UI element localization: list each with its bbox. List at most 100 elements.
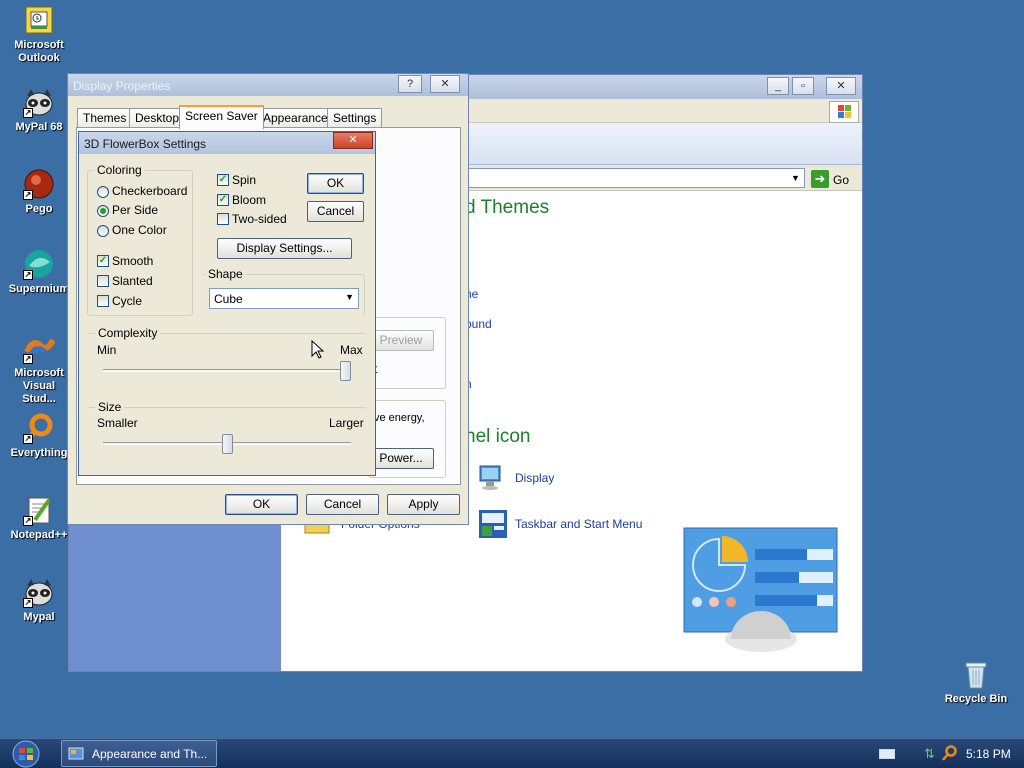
- screensaver-group: [368, 317, 446, 389]
- smooth-checkbox[interactable]: ✓: [97, 255, 109, 267]
- taskbar-start-menu-link[interactable]: Taskbar and Start Menu: [515, 517, 642, 531]
- task-link[interactable]: ound: [465, 317, 492, 331]
- clock[interactable]: 5:18 PM: [966, 747, 1011, 761]
- desktop-icon-label: MyPal 68: [15, 121, 63, 133]
- display-link[interactable]: Display: [515, 471, 554, 485]
- category-heading: d Themes: [465, 197, 550, 218]
- two-sided-label[interactable]: Two-sided: [232, 212, 287, 226]
- size-label: Size: [95, 400, 125, 414]
- shortcut-arrow-icon: ↗: [23, 190, 33, 200]
- checkerboard-radio[interactable]: [97, 186, 109, 198]
- ok-button[interactable]: OK: [307, 173, 364, 194]
- display-settings-button[interactable]: Display Settings...: [217, 238, 352, 259]
- power-button[interactable]: Power...: [368, 448, 434, 469]
- complexity-slider-thumb[interactable]: [340, 361, 351, 381]
- desktop-icon-label: Mypal: [23, 611, 55, 623]
- desktop-icon-label: Microsoft Visual Stud...: [14, 367, 64, 405]
- cycle-checkbox[interactable]: [97, 295, 109, 307]
- minimize-button[interactable]: _: [767, 77, 789, 95]
- desktop-icon-outlook[interactable]: Microsoft Outlook: [6, 4, 72, 65]
- recycle-bin-icon: [960, 658, 992, 690]
- spin-checkbox[interactable]: ✓: [217, 174, 229, 186]
- pego-icon: ↗: [23, 168, 55, 200]
- display-icon: [477, 463, 503, 491]
- close-button[interactable]: ✕: [430, 75, 460, 93]
- everything-icon: ↗: [23, 412, 55, 444]
- shortcut-arrow-icon: ↗: [23, 598, 33, 608]
- desktop-icon-label: Microsoft Outlook: [14, 39, 64, 64]
- size-min-label: Smaller: [97, 416, 138, 430]
- desktop-icon-supermium[interactable]: ↗ Supermium: [6, 248, 72, 296]
- control-panel-task-icon: [68, 746, 84, 762]
- bloom-checkbox[interactable]: ✓: [217, 194, 229, 206]
- desktop-icon-mypal68[interactable]: ↗ MyPal 68: [6, 86, 72, 134]
- tab-settings[interactable]: Settings: [327, 108, 383, 128]
- power-description: ve energy,: [374, 412, 425, 424]
- go-button-label[interactable]: Go: [833, 173, 849, 187]
- tab-appearance[interactable]: Appearance: [257, 108, 334, 128]
- desktop-icon-recycle-bin[interactable]: Recycle Bin: [942, 658, 1010, 706]
- desktop-icon-pego[interactable]: ↗ Pego: [6, 168, 72, 216]
- tab-screen-saver[interactable]: Screen Saver: [179, 105, 264, 129]
- shortcut-arrow-icon: ↗: [23, 434, 33, 444]
- network-icon[interactable]: ⇅: [924, 746, 935, 762]
- close-button[interactable]: ✕: [333, 132, 373, 149]
- spin-label[interactable]: Spin: [232, 173, 256, 187]
- category-heading: nel icon: [465, 426, 531, 447]
- cancel-button[interactable]: Cancel: [306, 494, 379, 515]
- outlook-icon: [23, 4, 55, 36]
- go-arrow-icon[interactable]: ➜: [811, 170, 829, 188]
- flowerbox-settings-dialog: 3D FlowerBox Settings ✕ Coloring Checker…: [78, 131, 376, 476]
- notepadpp-icon: ↗: [23, 494, 55, 526]
- size-max-label: Larger: [329, 416, 364, 430]
- address-input[interactable]: [459, 168, 805, 188]
- complexity-max-label: Max: [340, 343, 363, 357]
- shape-select[interactable]: Cube ▼: [209, 288, 359, 309]
- checkerboard-label[interactable]: Checkerboard: [112, 184, 187, 198]
- shortcut-arrow-icon: ↗: [23, 270, 33, 280]
- keyboard-icon[interactable]: [879, 749, 895, 759]
- preview-button[interactable]: Preview: [368, 330, 434, 351]
- window-title: Display Properties: [73, 79, 171, 93]
- desktop-icon-mypal[interactable]: ↗ Mypal: [6, 576, 72, 624]
- help-button[interactable]: ?: [398, 75, 422, 93]
- slanted-label[interactable]: Slanted: [112, 274, 153, 288]
- supermium-icon: ↗: [23, 248, 55, 280]
- complexity-min-label: Min: [97, 343, 117, 357]
- one-color-radio[interactable]: [97, 225, 109, 237]
- complexity-group: Complexity: [87, 326, 367, 389]
- desktop-icon-everything[interactable]: ↗ Everything: [6, 412, 72, 460]
- taskbar: Appearance and Th... ⇅ 5:18 PM: [0, 738, 1024, 768]
- ok-button[interactable]: OK: [225, 494, 298, 515]
- close-button[interactable]: ✕: [826, 77, 856, 95]
- desktop-icon-notepadpp[interactable]: ↗ Notepad++: [6, 494, 72, 542]
- desktop-icon-label: Supermium: [8, 283, 70, 295]
- two-sided-checkbox[interactable]: [217, 213, 229, 225]
- size-slider-thumb[interactable]: [222, 434, 233, 454]
- slanted-checkbox[interactable]: [97, 275, 109, 287]
- cancel-button[interactable]: Cancel: [307, 201, 364, 222]
- per-side-label[interactable]: Per Side: [112, 203, 158, 217]
- mouse-cursor-icon: [311, 339, 325, 363]
- cycle-label[interactable]: Cycle: [112, 294, 142, 308]
- taskbar-task-label: Appearance and Th...: [92, 747, 208, 761]
- tab-themes[interactable]: Themes: [77, 108, 133, 128]
- desktop-icon-visual-studio[interactable]: ↗ Microsoft Visual Stud...: [6, 332, 72, 406]
- start-button[interactable]: [4, 739, 46, 768]
- per-side-radio[interactable]: [97, 205, 109, 217]
- tab-desktop[interactable]: Desktop: [129, 108, 186, 128]
- complexity-label: Complexity: [95, 326, 161, 340]
- taskbar-task-button[interactable]: Appearance and Th...: [61, 740, 217, 767]
- apply-button[interactable]: Apply: [387, 494, 460, 515]
- one-color-label[interactable]: One Color: [112, 223, 167, 237]
- desktop-icon-label: Pego: [25, 203, 53, 215]
- shortcut-arrow-icon: ↗: [23, 354, 33, 364]
- complexity-slider-track[interactable]: [103, 369, 351, 372]
- search-icon[interactable]: [942, 745, 958, 761]
- smooth-label[interactable]: Smooth: [112, 254, 153, 268]
- desktop-icon-label: Recycle Bin: [944, 693, 1008, 705]
- address-dropdown-button[interactable]: ▼: [787, 169, 804, 187]
- windows-logo-icon: [829, 101, 859, 123]
- maximize-button[interactable]: ▫: [792, 77, 814, 95]
- bloom-label[interactable]: Bloom: [232, 193, 266, 207]
